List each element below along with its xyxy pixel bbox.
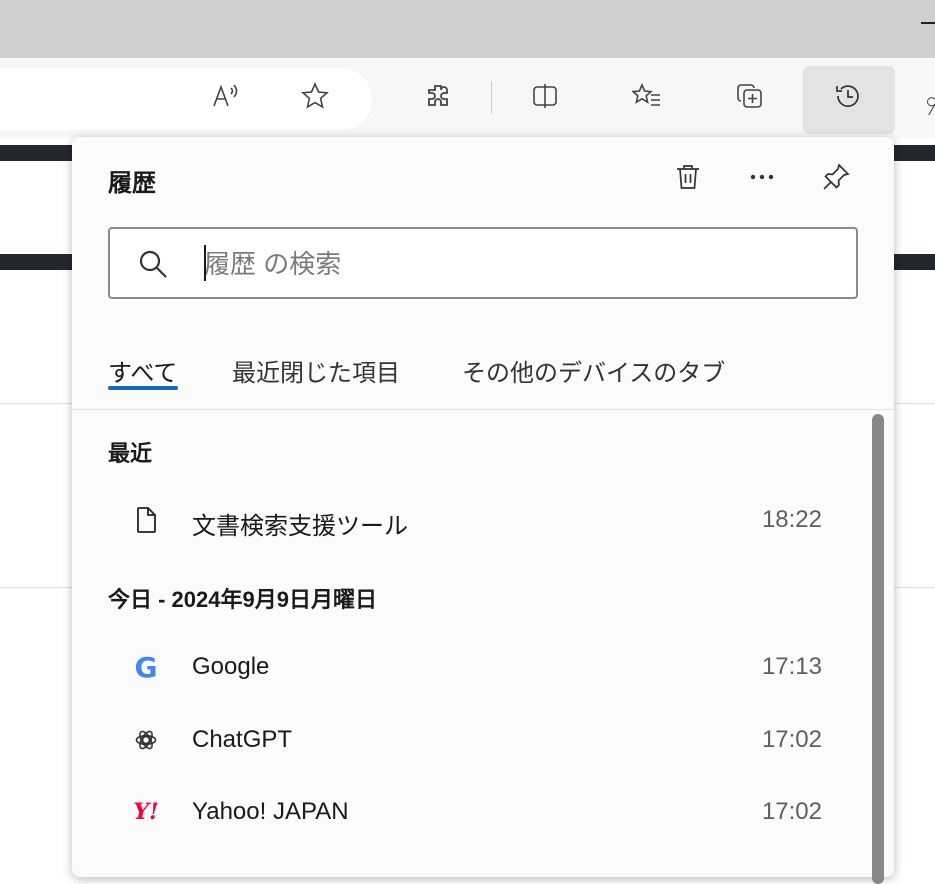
history-item[interactable]: ChatGPT 17:02 — [72, 710, 862, 770]
pin-icon[interactable] — [814, 155, 858, 199]
split-screen-icon[interactable] — [525, 76, 565, 116]
tab-all[interactable]: すべて — [108, 353, 177, 388]
history-icon[interactable] — [828, 76, 868, 116]
minimize-button[interactable] — [921, 22, 935, 24]
history-title: 履歴 — [108, 170, 156, 197]
profile-edge-icon[interactable]: ၄ — [926, 86, 935, 116]
history-item-title: Yahoo! JAPAN — [192, 798, 349, 825]
section-heading-today: 今日 - 2024年9月9日月曜日 — [108, 587, 377, 612]
history-item-title: ChatGPT — [192, 726, 293, 753]
history-item-time: 17:02 — [761, 798, 822, 825]
active-tab-indicator — [108, 386, 178, 390]
section-heading-recent: 最近 — [108, 441, 153, 466]
page-menu-strip — [894, 254, 935, 270]
history-item-title: 文書検索支援ツール — [192, 513, 408, 540]
more-options-icon[interactable] — [740, 155, 784, 199]
yahoo-logo-text: Y! — [133, 799, 159, 825]
history-item-time: 17:13 — [761, 653, 822, 680]
yahoo-icon: Y! — [128, 794, 164, 830]
toolbar-separator — [491, 82, 492, 114]
history-item-time: 17:02 — [761, 726, 822, 753]
search-icon — [139, 250, 167, 278]
history-search-input[interactable] — [202, 241, 846, 287]
document-icon — [128, 502, 164, 538]
history-item-time: 18:22 — [761, 506, 822, 533]
page-menu-strip — [0, 254, 72, 270]
favorites-icon[interactable] — [627, 76, 667, 116]
page-header-strip — [0, 145, 72, 161]
page-header-strip — [894, 145, 935, 161]
history-search-box[interactable] — [108, 227, 858, 299]
history-item[interactable]: 文書検索支援ツール 18:22 — [72, 490, 862, 550]
scrollbar-thumb[interactable] — [872, 414, 884, 884]
extensions-icon[interactable] — [418, 76, 458, 116]
read-aloud-icon[interactable] — [205, 76, 245, 116]
browser-toolbar: ၄ — [0, 58, 935, 138]
history-item[interactable]: Y! Yahoo! JAPAN 17:02 — [72, 782, 862, 842]
collections-icon[interactable] — [730, 76, 770, 116]
history-panel: 履歴 すべて 最近閉じた項目 その他のデバイスのタブ 最近 — [72, 137, 894, 884]
history-item-title: Google — [192, 653, 270, 680]
text-cursor — [204, 245, 206, 281]
google-logo-text: G — [134, 650, 158, 684]
delete-history-icon[interactable] — [666, 155, 710, 199]
google-icon: G — [128, 649, 164, 685]
tabs-divider — [72, 409, 894, 410]
tab-other-devices[interactable]: その他のデバイスのタブ — [462, 353, 725, 388]
favorite-star-icon[interactable] — [295, 76, 335, 116]
chatgpt-icon — [128, 722, 164, 758]
history-item[interactable]: G Google 17:13 — [72, 637, 862, 697]
tab-recently-closed[interactable]: 最近閉じた項目 — [232, 353, 400, 388]
title-bar — [0, 0, 935, 58]
